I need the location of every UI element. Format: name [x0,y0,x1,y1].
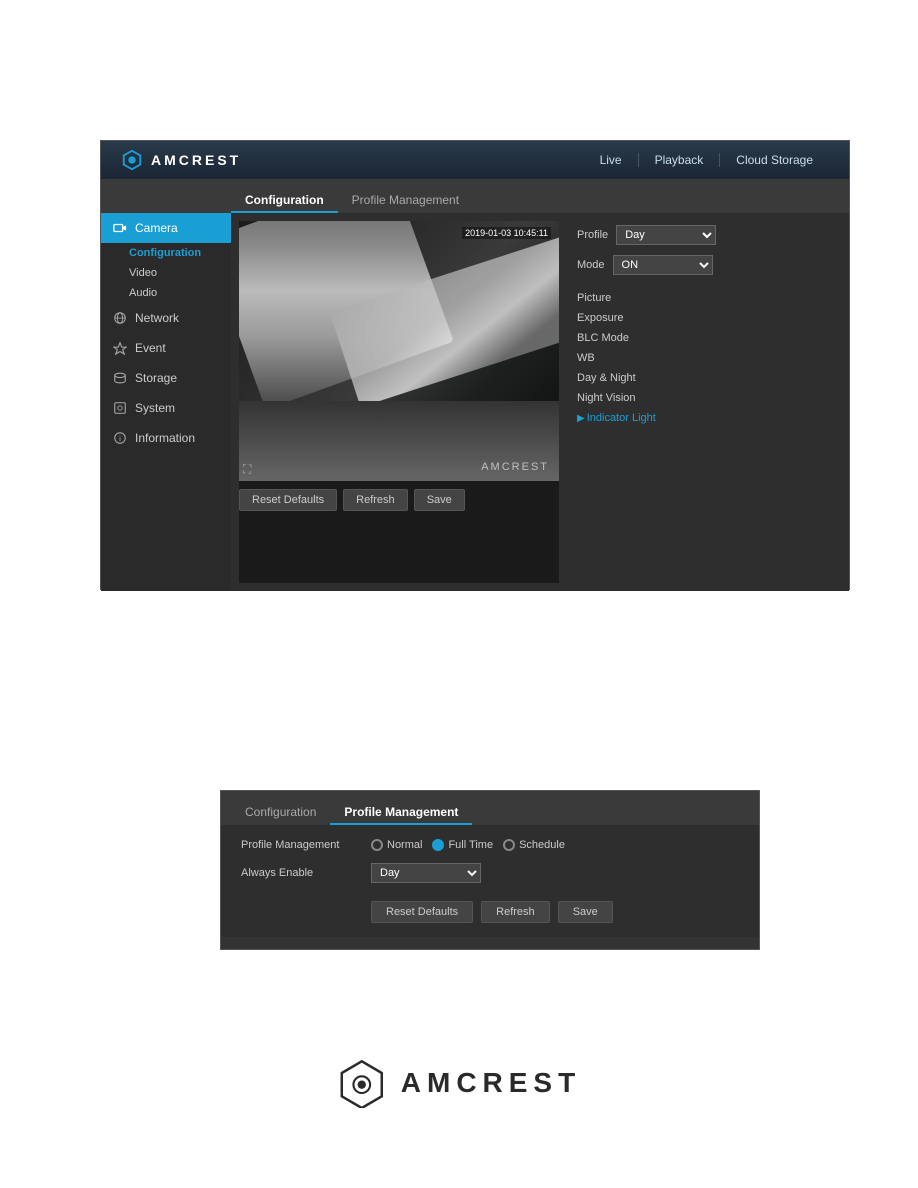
settings-item-exposure[interactable]: Exposure [577,309,833,327]
bottom-logo-text: AMCREST [401,1067,581,1099]
video-watermark: AMCREST [481,461,549,473]
sidebar-event-label: Event [135,341,166,355]
sidebar-item-camera[interactable]: Camera [101,213,231,243]
indicator-arrow: ▶ [577,413,585,424]
video-timestamp: 2019-01-03 10:45:11 [462,227,551,239]
sidebar-item-storage[interactable]: Storage [101,363,231,393]
tab-profile-management[interactable]: Profile Management [338,189,473,213]
tabs-row: Configuration Profile Management [101,179,849,213]
bottom-logo: AMCREST [337,1058,581,1108]
tab-configuration[interactable]: Configuration [231,189,338,213]
pm-enable-row: Always Enable Day Night [241,863,739,883]
pm-buttons: Reset Defaults Refresh Save [241,895,739,923]
video-controls: Reset Defaults Refresh Save [239,481,559,519]
radio-circle-schedule [503,839,515,851]
main-content: 2019-01-03 10:45:11 AMCREST ⛶ Reset Defa… [231,213,849,591]
sidebar-storage-label: Storage [135,371,177,385]
profile-row: Profile Day Night [577,225,833,245]
network-icon [113,311,127,325]
mode-select[interactable]: ON OFF [613,255,713,275]
settings-item-indicator[interactable]: ▶Indicator Light [577,409,833,427]
sidebar-item-event[interactable]: Event [101,333,231,363]
sidebar-info-label: Information [135,431,195,445]
settings-item-day-night[interactable]: Day & Night [577,369,833,387]
sidebar-sub-configuration[interactable]: Configuration [101,243,231,263]
camera-icon [113,221,127,235]
settings-list: Picture Exposure BLC Mode WB Day & Night… [577,289,833,427]
logo-area: AMCREST [121,149,241,171]
bottom-logo-icon [337,1058,387,1108]
tab2-configuration[interactable]: Configuration [231,801,330,825]
sidebar-item-information[interactable]: i Information [101,423,231,453]
pm-profile-row: Profile Management Normal Full Time Sche… [241,839,739,851]
nav-live[interactable]: Live [584,153,638,167]
nav-playback[interactable]: Playback [638,153,720,167]
logo-icon [121,149,143,171]
profile-select[interactable]: Day Night [616,225,716,245]
sidebar-camera-label: Camera [135,221,178,235]
sidebar-item-system[interactable]: System [101,393,231,423]
svg-text:i: i [119,435,121,444]
sidebar-sub-audio[interactable]: Audio [101,283,231,303]
tabs-row2: Configuration Profile Management [221,791,759,825]
settings-item-blc[interactable]: BLC Mode [577,329,833,347]
tab2-profile-management[interactable]: Profile Management [330,801,472,825]
sidebar-network-label: Network [135,311,179,325]
video-area: 2019-01-03 10:45:11 AMCREST ⛶ Reset Defa… [239,221,559,583]
sidebar-system-label: System [135,401,175,415]
header-logo-text: AMCREST [151,152,241,168]
settings-item-night-vision[interactable]: Night Vision [577,389,833,407]
profile-mgmt-body: Profile Management Normal Full Time Sche… [221,825,759,937]
radio-schedule[interactable]: Schedule [503,839,565,851]
settings-item-wb[interactable]: WB [577,349,833,367]
settings-item-picture[interactable]: Picture [577,289,833,307]
sidebar-sub-video[interactable]: Video [101,263,231,283]
always-enable-select[interactable]: Day Night [371,863,481,883]
mode-row: Mode ON OFF [577,255,833,275]
radio-fulltime-label: Full Time [448,839,493,851]
system-icon [113,401,127,415]
pm-refresh-button[interactable]: Refresh [481,901,550,923]
settings-panel: Profile Day Night Mode ON OFF Picture Ex… [569,221,841,583]
expand-icon[interactable]: ⛶ [243,462,251,477]
storage-icon [113,371,127,385]
mode-label: Mode [577,259,605,271]
pm-reset-defaults-button[interactable]: Reset Defaults [371,901,473,923]
profile-label: Profile [577,229,608,241]
video-feed: 2019-01-03 10:45:11 AMCREST ⛶ [239,221,559,481]
radio-circle-normal [371,839,383,851]
nav-links: Live Playback Cloud Storage [584,153,829,167]
refresh-button[interactable]: Refresh [343,489,408,511]
screenshot-top: AMCREST Live Playback Cloud Storage Conf… [100,140,850,590]
app-header: AMCREST Live Playback Cloud Storage [101,141,849,179]
app-body: Camera Configuration Video Audio Network… [101,213,849,591]
radio-normal[interactable]: Normal [371,839,422,851]
nav-cloud-storage[interactable]: Cloud Storage [719,153,829,167]
reset-defaults-button[interactable]: Reset Defaults [239,489,337,511]
event-icon [113,341,127,355]
save-button[interactable]: Save [414,489,465,511]
radio-schedule-label: Schedule [519,839,565,851]
radio-normal-label: Normal [387,839,422,851]
radio-fulltime[interactable]: Full Time [432,839,493,851]
pm-enable-label: Always Enable [241,867,361,879]
pm-save-button[interactable]: Save [558,901,613,923]
info-icon: i [113,431,127,445]
pm-profile-label: Profile Management [241,839,361,851]
sidebar: Camera Configuration Video Audio Network… [101,213,231,591]
radio-circle-fulltime [432,839,444,851]
sidebar-item-network[interactable]: Network [101,303,231,333]
screenshot-bottom: Configuration Profile Management Profile… [220,790,760,950]
